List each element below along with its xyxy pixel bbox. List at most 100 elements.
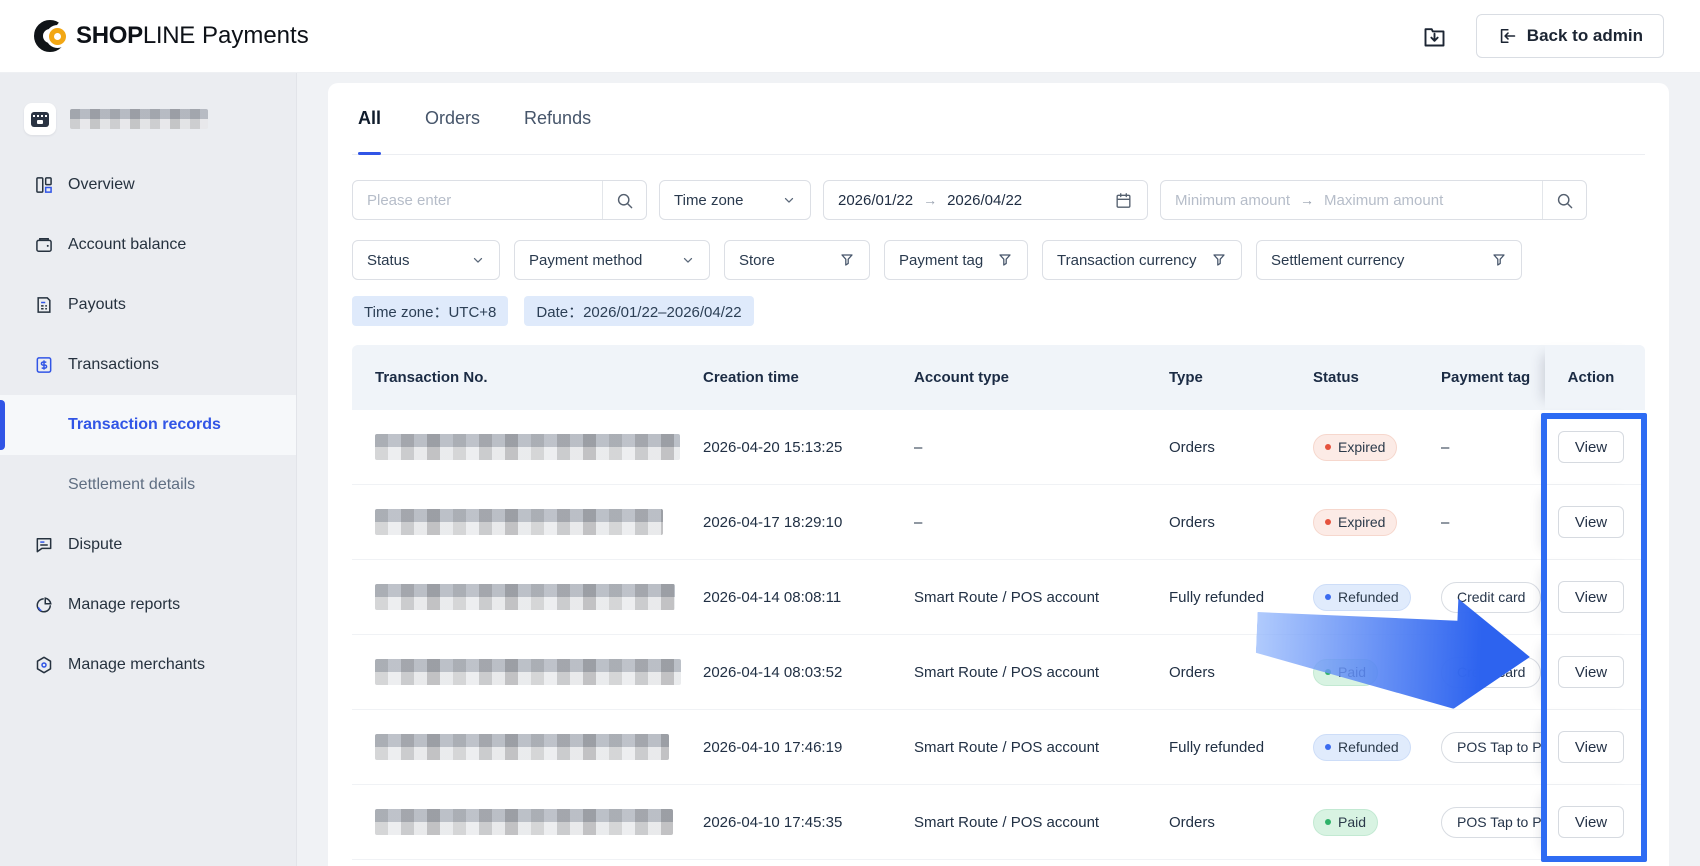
filter-status[interactable]: Status bbox=[352, 240, 500, 280]
column-header: Payment tag bbox=[1441, 369, 1545, 386]
chevron-down-icon bbox=[681, 253, 695, 267]
transaction-no-redacted bbox=[375, 809, 673, 835]
sidebar-item-label: Overview bbox=[68, 176, 135, 194]
sidebar-item-manage-reports[interactable]: Manage reports bbox=[0, 575, 296, 635]
back-to-admin-button[interactable]: Back to admin bbox=[1476, 14, 1664, 58]
cell-status: Paid bbox=[1313, 659, 1441, 686]
view-button[interactable]: View bbox=[1558, 656, 1624, 688]
transactions-table: Transaction No.Creation timeAccount type… bbox=[352, 345, 1645, 860]
sidebar-item-dispute[interactable]: Dispute bbox=[0, 515, 296, 575]
transaction-no-redacted bbox=[375, 659, 681, 685]
cell-type: Orders bbox=[1169, 664, 1313, 681]
shopline-payments-logo: SHOPLINEPayments bbox=[34, 20, 309, 52]
keyword-search-box[interactable] bbox=[352, 180, 647, 220]
sidebar-item-transactions[interactable]: Transactions bbox=[0, 335, 296, 395]
cell-creation-time: 2026-04-14 08:03:52 bbox=[703, 664, 914, 681]
filter-settlement-currency[interactable]: Settlement currency bbox=[1256, 240, 1522, 280]
tab-orders[interactable]: Orders bbox=[425, 83, 480, 154]
search-icon[interactable] bbox=[602, 181, 646, 219]
filter-store[interactable]: Store bbox=[724, 240, 870, 280]
funnel-icon bbox=[1491, 252, 1507, 268]
amount-range-filter[interactable]: Minimum amount → Maximum amount bbox=[1160, 180, 1587, 220]
applied-filter-chip: Time zone：UTC+8 bbox=[352, 296, 508, 326]
status-label: Refunded bbox=[1338, 739, 1399, 755]
cell-type: Orders bbox=[1169, 439, 1313, 456]
sidebar-item-label: Manage reports bbox=[68, 596, 180, 614]
filter-label: Store bbox=[739, 252, 775, 269]
transaction-no-redacted bbox=[375, 509, 663, 535]
sidebar-item-payouts[interactable]: Payouts bbox=[0, 275, 296, 335]
status-dot-icon bbox=[1325, 444, 1331, 450]
cell-transaction-no bbox=[352, 584, 703, 610]
funnel-icon bbox=[1211, 252, 1227, 268]
calendar-icon bbox=[1114, 191, 1133, 210]
brand-text: SHOPLINEPayments bbox=[76, 22, 309, 50]
table-body: 2026-04-20 15:13:25–OrdersExpired–View 20… bbox=[352, 410, 1645, 860]
store-icon bbox=[24, 103, 56, 135]
cell-payment-tag: Credit card bbox=[1441, 657, 1545, 688]
cell-transaction-no bbox=[352, 659, 703, 685]
transactions-icon bbox=[34, 355, 54, 375]
status-dot-icon bbox=[1325, 744, 1331, 750]
view-button[interactable]: View bbox=[1558, 731, 1624, 763]
cell-type: Fully refunded bbox=[1169, 589, 1313, 606]
column-header: Type bbox=[1169, 369, 1313, 386]
view-button[interactable]: View bbox=[1558, 431, 1624, 463]
cell-action: View bbox=[1545, 485, 1645, 559]
applied-filter-chip: Date：2026/01/22–2026/04/22 bbox=[524, 296, 753, 326]
cell-transaction-no bbox=[352, 809, 703, 835]
cell-action: View bbox=[1545, 410, 1645, 484]
cell-action: View bbox=[1545, 785, 1645, 859]
view-button[interactable]: View bbox=[1558, 506, 1624, 538]
cell-account-type: Smart Route / POS account bbox=[914, 814, 1169, 831]
sidebar-nav: OverviewAccount balancePayoutsTransactio… bbox=[0, 155, 296, 695]
cell-payment-tag: POS Tap to Pay bbox=[1441, 732, 1545, 763]
page: SHOPLINEPayments Back to admin bbox=[0, 0, 1700, 866]
merchant-switcher[interactable] bbox=[0, 103, 296, 135]
shopline-logo-icon bbox=[34, 20, 66, 52]
date-to-value: 2026/04/22 bbox=[947, 192, 1022, 209]
sidebar-item-label: Settlement details bbox=[68, 476, 195, 494]
sidebar-item-account-balance[interactable]: Account balance bbox=[0, 215, 296, 275]
range-arrow: → bbox=[1300, 192, 1314, 208]
table-row: 2026-04-10 17:45:35Smart Route / POS acc… bbox=[352, 785, 1645, 860]
status-badge: Refunded bbox=[1313, 734, 1411, 761]
cell-creation-time: 2026-04-10 17:45:35 bbox=[703, 814, 914, 831]
view-button[interactable]: View bbox=[1558, 581, 1624, 613]
status-dot-icon bbox=[1325, 594, 1331, 600]
active-indicator-bar bbox=[0, 400, 5, 450]
cell-action: View bbox=[1545, 710, 1645, 784]
table-header-row: Transaction No.Creation timeAccount type… bbox=[352, 345, 1645, 410]
search-input[interactable] bbox=[353, 192, 602, 209]
export-download-icon[interactable] bbox=[1420, 21, 1450, 51]
status-badge: Paid bbox=[1313, 659, 1378, 686]
filter-payment-tag[interactable]: Payment tag bbox=[884, 240, 1028, 280]
sidebar-item-settlement-details[interactable]: Settlement details bbox=[0, 455, 296, 515]
filter-label: Payment tag bbox=[899, 252, 983, 269]
sidebar-item-label: Manage merchants bbox=[68, 656, 205, 674]
table-row: 2026-04-20 15:13:25–OrdersExpired–View bbox=[352, 410, 1645, 485]
cell-transaction-no bbox=[352, 734, 703, 760]
sidebar: OverviewAccount balancePayoutsTransactio… bbox=[0, 73, 297, 866]
merchant-name-redacted bbox=[70, 109, 208, 129]
filter-payment-method[interactable]: Payment method bbox=[514, 240, 710, 280]
view-button[interactable]: View bbox=[1558, 806, 1624, 838]
amount-search-icon[interactable] bbox=[1542, 181, 1586, 219]
sidebar-item-transaction-records[interactable]: Transaction records bbox=[0, 395, 296, 455]
filter-row-secondary: Status Payment method Store Payment tag Tran… bbox=[352, 240, 1645, 280]
payment-tag-pill: Credit card bbox=[1441, 657, 1541, 688]
sidebar-item-manage-merchants[interactable]: Manage merchants bbox=[0, 635, 296, 695]
tab-all[interactable]: All bbox=[358, 83, 381, 154]
dispute-icon bbox=[34, 535, 54, 555]
filter-transaction-currency[interactable]: Transaction currency bbox=[1042, 240, 1242, 280]
cell-type: Fully refunded bbox=[1169, 739, 1313, 756]
status-label: Paid bbox=[1338, 664, 1366, 680]
sidebar-item-overview[interactable]: Overview bbox=[0, 155, 296, 215]
time-zone-select[interactable]: Time zone bbox=[659, 180, 811, 220]
table-row: 2026-04-10 17:46:19Smart Route / POS acc… bbox=[352, 710, 1645, 785]
date-range-picker[interactable]: 2026/01/22 → 2026/04/22 bbox=[823, 180, 1148, 220]
tab-refunds[interactable]: Refunds bbox=[524, 83, 591, 154]
status-label: Paid bbox=[1338, 814, 1366, 830]
cell-type: Orders bbox=[1169, 514, 1313, 531]
status-badge: Refunded bbox=[1313, 584, 1411, 611]
